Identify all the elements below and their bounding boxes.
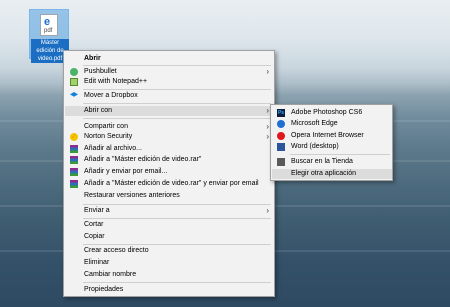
winrar-icon <box>70 168 78 176</box>
menu-item-propiedades[interactable]: Propiedades <box>65 285 274 295</box>
menu-item-cortar[interactable]: Cortar <box>65 220 274 230</box>
menu-label: Crear acceso directo <box>84 247 149 254</box>
pushbullet-icon <box>70 68 78 76</box>
menu-label: Añadir y enviar por email... <box>84 168 168 175</box>
menu-label: Compartir con <box>84 123 128 130</box>
submenu-label: Microsoft Edge <box>291 120 338 127</box>
menu-separator <box>83 218 271 219</box>
submenu-item-buscar-tienda[interactable]: Buscar en la Tienda <box>272 157 392 167</box>
edge-e-glyph: e <box>44 16 51 28</box>
menu-item-abrir-con[interactable]: Abrir con › <box>65 106 274 116</box>
submenu-arrow-icon: › <box>266 132 269 141</box>
menu-separator <box>83 103 271 104</box>
menu-separator <box>83 204 271 205</box>
submenu-label: Opera Internet Browser <box>291 132 364 139</box>
submenu-label: Word (desktop) <box>291 143 339 150</box>
menu-label: Enviar a <box>84 207 110 214</box>
menu-item-restaurar[interactable]: Restaurar versiones anteriores <box>65 191 274 201</box>
submenu-item-opera[interactable]: Opera Internet Browser <box>272 131 392 141</box>
menu-label: Añadir a "Máster edición de video.rar" <box>84 156 202 163</box>
menu-label: Edit with Notepad++ <box>84 78 148 85</box>
winrar-icon <box>70 180 78 188</box>
submenu-item-word[interactable]: Word (desktop) <box>272 142 392 152</box>
open-with-submenu: Ps Adobe Photoshop CS6 Microsoft Edge Ope… <box>270 104 393 181</box>
menu-label: Abrir <box>84 55 101 62</box>
menu-separator <box>83 282 271 283</box>
submenu-label: Adobe Photoshop CS6 <box>291 109 363 116</box>
submenu-separator <box>290 154 390 155</box>
norton-icon: ✓ <box>70 132 78 141</box>
menu-item-crear-acceso[interactable]: Crear acceso directo <box>65 246 274 256</box>
menu-item-anadir-rar-email[interactable]: Añadir a "Máster edición de video.rar" y… <box>65 179 274 189</box>
menu-item-eliminar[interactable]: Eliminar <box>65 258 274 268</box>
submenu-item-edge[interactable]: Microsoft Edge <box>272 119 392 129</box>
menu-label: Eliminar <box>84 259 110 266</box>
edge-icon <box>277 120 285 128</box>
notepad-plus-icon <box>70 78 78 86</box>
opera-icon <box>277 132 285 140</box>
store-icon <box>277 158 285 166</box>
winrar-icon <box>70 145 78 153</box>
file-type-text: pdf <box>44 28 53 34</box>
menu-item-enviar-a[interactable]: Enviar a › <box>65 206 274 216</box>
menu-label: Añadir al archivo... <box>84 145 142 152</box>
menu-label: Abrir con <box>84 107 113 114</box>
menu-separator <box>83 118 271 119</box>
menu-label: Restaurar versiones anteriores <box>84 192 180 199</box>
submenu-item-photoshop[interactable]: Ps Adobe Photoshop CS6 <box>272 108 392 118</box>
menu-item-abrir[interactable]: Abrir <box>65 54 274 64</box>
photoshop-icon: Ps <box>277 109 285 117</box>
menu-item-anadir-archivo[interactable]: Añadir al archivo... <box>65 144 274 154</box>
menu-label: Pushbullet <box>84 68 117 75</box>
menu-separator <box>83 65 271 66</box>
dropbox-icon <box>70 92 78 97</box>
submenu-arrow-icon: › <box>266 206 269 215</box>
winrar-icon <box>70 156 78 164</box>
menu-label: Norton Security <box>84 133 133 140</box>
submenu-arrow-icon: › <box>266 122 269 131</box>
menu-label: Cambiar nombre <box>84 271 137 278</box>
menu-item-dropbox[interactable]: Mover a Dropbox <box>65 91 274 101</box>
menu-separator <box>83 89 271 90</box>
menu-item-cambiar-nombre[interactable]: Cambiar nombre <box>65 270 274 280</box>
edge-pdf-file-icon: e pdf <box>40 14 58 36</box>
submenu-label: Buscar en la Tienda <box>291 158 353 165</box>
menu-item-compartir[interactable]: Compartir con › <box>65 122 274 132</box>
menu-label: Añadir a "Máster edición de video.rar" y… <box>84 180 259 187</box>
submenu-item-elegir-otra[interactable]: Elegir otra aplicación <box>272 169 392 179</box>
menu-item-notepad[interactable]: Edit with Notepad++ <box>65 77 274 87</box>
menu-label: Copiar <box>84 233 105 240</box>
menu-label: Cortar <box>84 221 104 228</box>
submenu-arrow-icon: › <box>266 106 269 115</box>
menu-item-anadir-rar[interactable]: Añadir a "Máster edición de video.rar" <box>65 155 274 165</box>
context-menu: Abrir Pushbullet › Edit with Notepad++ Mo… <box>63 50 275 297</box>
menu-label: Mover a Dropbox <box>84 92 138 99</box>
word-icon <box>277 143 285 151</box>
submenu-arrow-icon: › <box>266 67 269 76</box>
menu-item-norton[interactable]: ✓ Norton Security › <box>65 132 274 142</box>
menu-item-pushbullet[interactable]: Pushbullet › <box>65 67 274 77</box>
menu-label: Propiedades <box>84 286 124 293</box>
menu-item-anadir-email[interactable]: Añadir y enviar por email... <box>65 167 274 177</box>
submenu-label: Elegir otra aplicación <box>291 170 356 177</box>
menu-item-copiar[interactable]: Copiar <box>65 232 274 242</box>
menu-separator <box>83 244 271 245</box>
